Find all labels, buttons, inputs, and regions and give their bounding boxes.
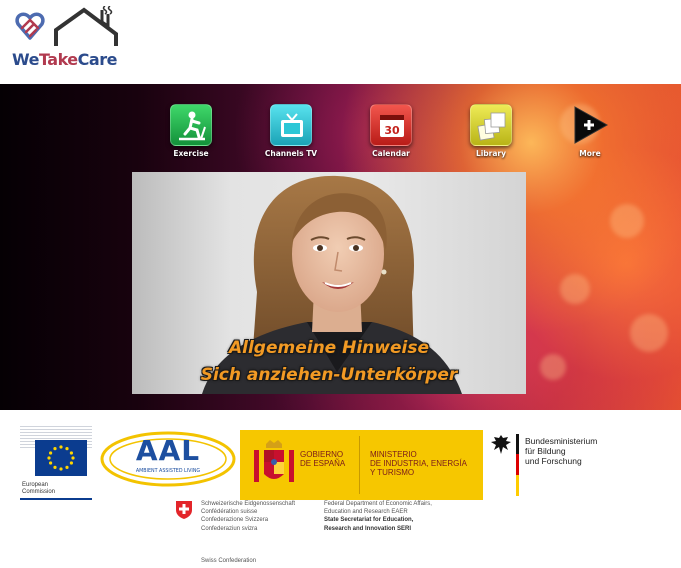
brand-wordmark: WeTakeCare [12,50,117,69]
wetakecare-logo[interactable]: WeTakeCare [12,6,124,70]
swiss-seri-line1: State Secretariat for Education, [324,517,414,524]
aal-title: AAL [135,434,201,467]
nav-label-exercise: Exercise [173,149,209,158]
aal-subtitle: AMBIENT ASSISTED LIVING [135,469,201,474]
spain-min-line1: MINISTERIO [370,450,417,459]
aal-logo[interactable]: AAL AMBIENT ASSISTED LIVING [98,428,238,490]
nav-label-library: Library [475,149,507,158]
brand-we: We [12,50,39,69]
sponsor-logos: European Commission AAL AMBIENT ASSISTED… [0,418,681,568]
nav-library[interactable]: Library [451,104,531,158]
tv-icon [270,104,312,146]
exercise-icon [170,104,212,146]
swiss-confederation-logo[interactable]: Schweizerische Eidgenossenschaft Confédé… [176,500,476,568]
library-icon [470,104,512,146]
bokeh-light [610,204,644,238]
calendar-day-number: 30 [384,124,400,137]
nav-label-more: More [579,149,601,158]
swiss-shield-icon [176,501,192,519]
presenter-illustration [202,175,462,394]
spain-min-line2: DE INDUSTRIA, ENERGÍA [370,459,467,468]
swiss-footer: Swiss Confederation [201,558,257,564]
spain-coat-of-arms-icon [254,440,294,482]
swiss-name-1: Confédération suisse [201,509,258,516]
brand-take: Take [38,50,78,69]
swiss-dept-line2: Education and Research EAER [324,509,408,516]
video-player[interactable]: Allgemeine Hinweise Sich anziehen-Unterk… [132,172,526,394]
video-caption-line1: Allgemeine Hinweise [229,338,429,358]
swiss-name-0: Schweizerische Eidgenossenschaft [201,501,296,507]
more-play-icon [569,104,611,146]
swiss-name-3: Confederaziun svizra [201,525,258,532]
swiss-dept-line1: Federal Department of Economic Affairs, [324,501,432,507]
bmbf-line3: und Forschung [525,456,582,466]
house-hands-icon [15,6,118,46]
spain-gov-line1: GOBIERNO [300,450,344,459]
nav-more[interactable]: More [550,104,630,158]
swiss-seri-line2: Research and Innovation SERI [324,525,412,532]
bokeh-light [560,274,590,304]
bokeh-light [540,354,566,380]
app-nav: Exercise Channels TV 30 Calendar Library… [0,104,681,164]
spain-gov-line2: DE ESPAÑA [300,459,346,468]
bmbf-line2: für Bildung [525,446,566,456]
nav-exercise[interactable]: Exercise [151,104,231,158]
swiss-name-2: Confederazione Svizzera [201,517,269,524]
calendar-icon: 30 [370,104,412,146]
main-stage: Exercise Channels TV 30 Calendar Library… [0,84,681,410]
european-commission-logo[interactable]: European Commission [20,426,92,500]
nav-calendar[interactable]: 30 Calendar [351,104,431,158]
eu-flag-icon [35,440,87,476]
video-caption-line2: Sich anziehen-Unterkörper [200,365,458,385]
bmbf-line1: Bundesministerium [525,436,598,446]
gobierno-espana-logo[interactable]: GOBIERNO DE ESPAÑA MINISTERIO DE INDUSTR… [240,430,483,500]
nav-label-calendar: Calendar [372,149,410,158]
brand-care: Care [77,50,118,69]
nav-channels-tv[interactable]: Channels TV [251,104,331,158]
nav-label-channels-tv: Channels TV [264,149,318,158]
german-eagle-icon [491,435,511,454]
spain-min-line3: Y TURISMO [370,468,415,477]
ec-line2: Commission [22,489,56,495]
bmbf-logo[interactable]: Bundesministerium für Bildung und Forsch… [490,434,630,496]
bokeh-light [630,314,668,352]
ec-line1: European [22,482,49,488]
